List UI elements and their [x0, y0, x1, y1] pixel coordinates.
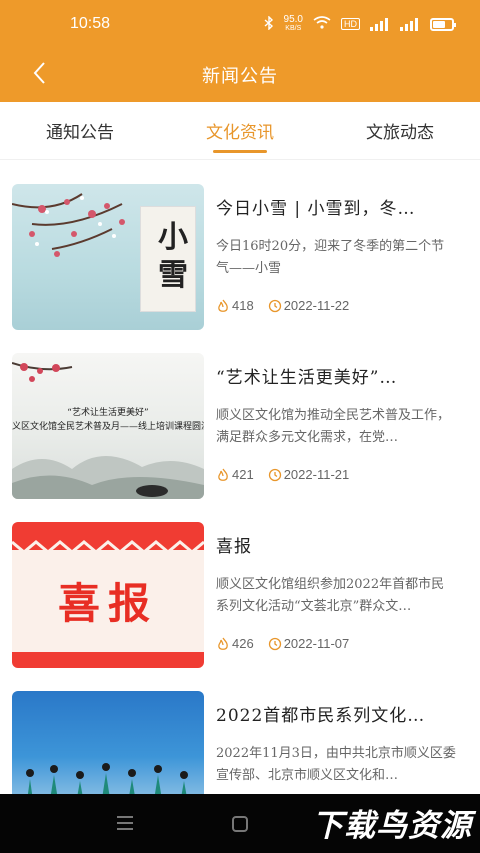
article-summary: 顺义区文化馆组织参加2022年首都市民系列文化活动“文荟北京”群众文…: [216, 577, 445, 614]
net-speed-value: 95.0: [283, 14, 303, 25]
date-group: 2022-11-22: [268, 298, 350, 313]
menu-line: [117, 828, 133, 830]
tab-tourism-updates[interactable]: 文旅动态: [320, 102, 480, 159]
article-summary: 2022年11月3日，由中共北京市顺义区委宣传部、北京市顺义区文化和…: [216, 746, 456, 783]
thumbnail-heading: “艺术让生活更美好”: [67, 408, 149, 418]
thumbnail-subheading: 义区文化馆全民艺术普及月——线上培训课程圆满结: [12, 422, 204, 432]
clock-icon: [268, 468, 282, 482]
watermark-logo: 下载鸟资源: [312, 808, 472, 844]
app-header: 新闻公告: [0, 48, 480, 102]
view-count: 418: [232, 298, 254, 313]
tab-notices[interactable]: 通知公告: [0, 102, 160, 159]
tab-label: 通知公告: [46, 123, 114, 143]
tab-label: 文化资讯: [206, 123, 274, 143]
article-body: “艺术让生活更美好”… 顺义区文化馆为推动全民艺术普及工作，满足群众多元文化需求…: [216, 353, 456, 499]
status-bar: 10:58 95.0 KB/S HD: [0, 0, 480, 48]
flame-icon: [216, 637, 230, 651]
view-count: 421: [232, 467, 254, 482]
signal-icon-2: [400, 17, 420, 31]
publish-date: 2022-11-07: [283, 636, 350, 651]
home-button[interactable]: [232, 816, 248, 832]
article-body: 今日小雪 | 小雪到，冬… 今日16时20分，迎来了冬季的第二个节气——小雪 4…: [216, 184, 456, 330]
article-item[interactable]: 小 雪 今日小雪 | 小雪到，冬… 今日16时20分，迎来了冬季的第二个节气——…: [12, 184, 468, 330]
date-group: 2022-11-07: [268, 636, 350, 651]
article-thumbnail: “艺术让生活更美好” 义区文化馆全民艺术普及月——线上培训课程圆满结: [12, 353, 204, 499]
article-item[interactable]: “艺术让生活更美好” 义区文化馆全民艺术普及月——线上培训课程圆满结 “艺术让生…: [12, 353, 468, 499]
article-meta: 421 2022-11-21: [216, 467, 349, 482]
hd-badge: HD: [341, 18, 360, 30]
status-icons: 95.0 KB/S HD: [264, 14, 456, 33]
article-title: 今日小雪 | 小雪到，冬…: [216, 199, 416, 219]
network-speed: 95.0 KB/S: [284, 15, 303, 33]
tab-active-indicator: [213, 150, 267, 153]
article-title: 2022首都市民系列文化…: [216, 706, 426, 726]
menu-line: [117, 816, 133, 818]
mountain-illustration: [12, 455, 204, 499]
menu-line: [117, 822, 133, 824]
view-count: 426: [232, 636, 254, 651]
article-thumbnail: 小 雪: [12, 184, 204, 330]
battery-icon: [430, 17, 456, 31]
article-body: 喜报 顺义区文化馆组织参加2022年首都市民系列文化活动“文荟北京”群众文… 4…: [216, 522, 456, 668]
net-speed-unit: KB/S: [285, 25, 302, 32]
thumbnail-headline: 喜报: [57, 579, 158, 628]
chevron-left-icon: [33, 62, 45, 84]
article-summary: 顺义区文化馆为推动全民艺术普及工作，满足群众多元文化需求，在党…: [216, 408, 451, 445]
status-time: 10:58: [70, 15, 111, 32]
article-title: 喜报: [216, 537, 252, 557]
clock-icon: [268, 637, 282, 651]
bluetooth-icon: [264, 14, 274, 33]
date-group: 2022-11-21: [268, 467, 350, 482]
flame-icon: [216, 468, 230, 482]
publish-date: 2022-11-21: [283, 467, 350, 482]
article-title: “艺术让生活更美好”…: [216, 368, 398, 388]
signal-icon-1: [370, 17, 390, 31]
flame-icon: [216, 299, 230, 313]
article-meta: 418 2022-11-22: [216, 298, 349, 313]
article-thumbnail: 喜报: [12, 522, 204, 668]
article-meta: 426 2022-11-07: [216, 636, 349, 651]
publish-date: 2022-11-22: [283, 298, 350, 313]
page-title: 新闻公告: [202, 66, 278, 87]
article-summary: 今日16时20分，迎来了冬季的第二个节气——小雪: [216, 239, 445, 276]
wifi-icon: [313, 16, 331, 32]
thumbnail-title-char: 雪: [158, 258, 188, 293]
article-item[interactable]: 喜报 喜报 顺义区文化馆组织参加2022年首都市民系列文化活动“文荟北京”群众文…: [12, 522, 468, 668]
tab-bar: 通知公告 文化资讯 文旅动态: [0, 102, 480, 160]
tab-culture-news[interactable]: 文化资讯: [160, 102, 320, 159]
back-button[interactable]: [24, 58, 54, 88]
clock-icon: [268, 299, 282, 313]
menu-button[interactable]: [117, 816, 133, 832]
tab-label: 文旅动态: [366, 123, 434, 143]
